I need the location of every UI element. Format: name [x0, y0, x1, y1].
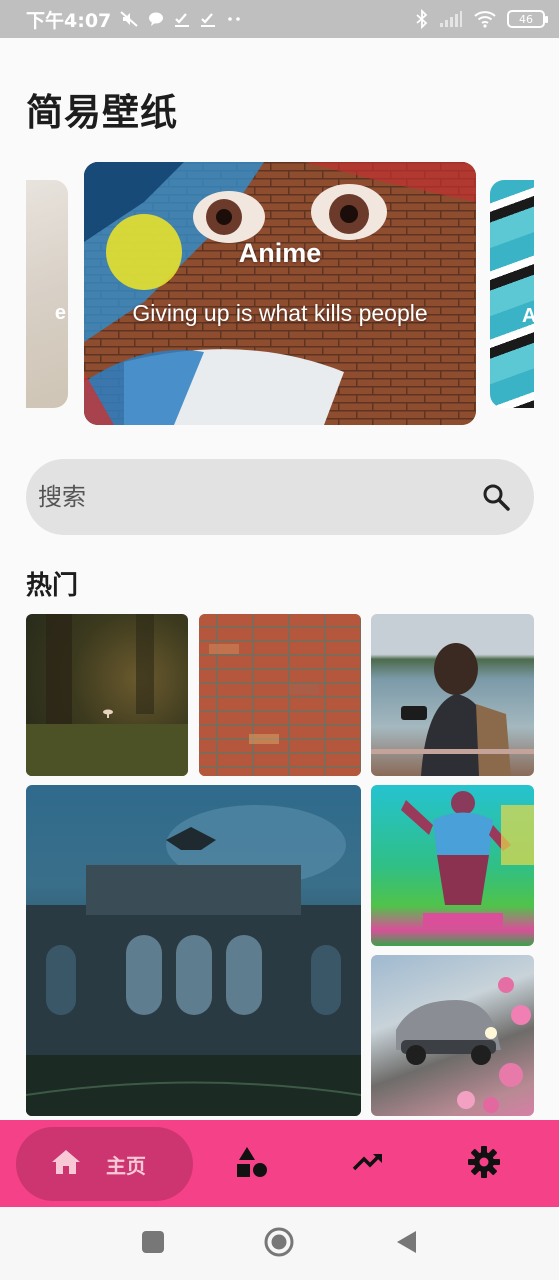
wallpaper-thumb-gorilla-statue[interactable] [371, 785, 534, 946]
search-icon[interactable] [476, 477, 516, 517]
nav-home-label: 主页 [106, 1153, 146, 1178]
status-left: 下午4:07 [26, 6, 243, 33]
wallpaper-thumb-forest[interactable] [26, 614, 188, 776]
search-input[interactable] [38, 483, 476, 511]
forest-image [26, 614, 188, 776]
carousel-card-next[interactable]: A [490, 180, 534, 408]
carousel-card-subtitle: Giving up is what kills people [132, 300, 428, 326]
circle-icon [263, 1226, 295, 1262]
carousel-card-title: Anime [238, 238, 322, 268]
nav-home-tab[interactable]: 主页 [16, 1127, 193, 1201]
mute-icon [119, 9, 139, 29]
wallpaper-thumb-bricks[interactable] [199, 614, 361, 776]
signal-icon [439, 10, 463, 28]
carousel-next-text: A [522, 305, 534, 327]
carousel-card-prev[interactable]: e [26, 180, 68, 408]
system-home-button[interactable] [263, 1226, 295, 1262]
back-triangle-icon [394, 1229, 420, 1259]
carousel-prev-text: e [54, 302, 66, 324]
status-right: 46 [415, 9, 548, 29]
brick-wall-image [199, 614, 361, 776]
check-icon [173, 10, 191, 28]
more-dots-icon [225, 10, 243, 28]
nav-settings-tab[interactable] [462, 1142, 506, 1186]
bottom-navigation: 主页 [0, 1120, 559, 1207]
system-back-button[interactable] [392, 1229, 422, 1259]
status-time: 下午4:07 [26, 9, 112, 32]
nav-trending-tab[interactable] [346, 1142, 390, 1186]
home-icon [50, 1146, 82, 1182]
gear-icon [467, 1145, 501, 1183]
page-title: 简易壁纸 [26, 91, 178, 134]
wallpaper-thumb-palace[interactable] [26, 785, 361, 1116]
wallpaper-thumb-car[interactable] [371, 955, 534, 1116]
search-bar [26, 459, 534, 535]
gorilla-statue-image [401, 791, 534, 927]
nav-categories-tab[interactable] [230, 1142, 274, 1186]
battery-icon: 46 [507, 10, 548, 28]
bluetooth-icon [415, 9, 429, 29]
carousel-card-main[interactable]: Anime Giving up is what kills people [84, 162, 476, 425]
system-navigation-bar [0, 1207, 559, 1280]
wallpaper-thumb-lake-person[interactable] [371, 614, 534, 776]
recent-apps-button[interactable] [138, 1229, 168, 1259]
car-image [396, 977, 531, 1113]
square-icon [140, 1229, 166, 1259]
status-bar: 下午4:07 46 [0, 0, 559, 38]
check-icon [199, 10, 217, 28]
chat-icon [147, 10, 165, 28]
lake-person-image [371, 643, 534, 776]
wallpaper-carousel[interactable]: e Anime Giving up is what kills people A [0, 160, 559, 426]
wifi-icon [473, 10, 497, 28]
palace-image [26, 805, 361, 1116]
anime-mural-image [84, 162, 476, 425]
section-title-hot: 热门 [26, 571, 79, 601]
shapes-icon [235, 1145, 269, 1183]
trending-up-icon [351, 1145, 385, 1183]
